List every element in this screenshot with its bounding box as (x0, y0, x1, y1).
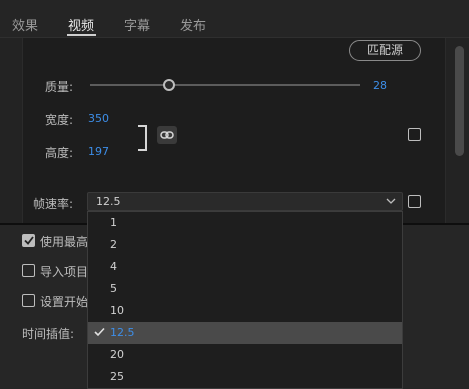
frame-rate-option[interactable]: 20 (88, 344, 402, 366)
frame-rate-label: 帧速率: (33, 197, 74, 211)
dimensions-override-checkbox[interactable] (408, 128, 421, 141)
panel-scrollbar[interactable] (455, 46, 464, 156)
tab-video[interactable]: 视频 (68, 15, 94, 34)
import-project-checkbox[interactable] (22, 264, 35, 277)
quality-slider-track[interactable] (90, 84, 360, 86)
use-max-label: 使用最高 (40, 235, 89, 249)
tab-captions[interactable]: 字幕 (124, 15, 150, 34)
quality-value[interactable]: 28 (373, 79, 387, 92)
active-tab-indicator (67, 34, 96, 36)
constrain-proportions-button[interactable] (157, 126, 177, 144)
frame-rate-option[interactable]: 4 (88, 256, 402, 278)
frame-rate-option[interactable]: 1 (88, 212, 402, 234)
aspect-link-bracket (138, 125, 147, 151)
frame-rate-selected-value: 12.5 (96, 195, 121, 208)
frame-rate-override-checkbox[interactable] (408, 195, 421, 208)
width-value[interactable]: 350 (88, 112, 109, 125)
use-max-checkbox[interactable] (22, 234, 35, 247)
frame-rate-option[interactable]: 5 (88, 278, 402, 300)
quality-slider-thumb[interactable] (163, 79, 175, 91)
chevron-down-icon (386, 198, 396, 204)
frame-rate-dropdown-list: 1 2 4 5 10 12.5 20 25 (87, 211, 403, 389)
height-value[interactable]: 197 (88, 145, 109, 158)
frame-rate-option[interactable]: 10 (88, 300, 402, 322)
tab-effects[interactable]: 效果 (12, 15, 38, 34)
set-start-label: 设置开始 (40, 295, 89, 309)
frame-rate-select[interactable]: 12.5 (87, 192, 403, 211)
match-source-button[interactable]: 匹配源 (349, 40, 421, 61)
import-project-label: 导入项目 (40, 265, 89, 279)
checkmark-icon (23, 236, 34, 245)
height-label: 高度: (45, 146, 74, 160)
frame-rate-option-selected[interactable]: 12.5 (88, 322, 402, 344)
time-interpolation-label: 时间插值: (22, 327, 75, 341)
frame-rate-option[interactable]: 25 (88, 366, 402, 388)
set-start-checkbox[interactable] (22, 294, 35, 307)
check-icon (94, 327, 105, 337)
link-icon (160, 131, 174, 139)
frame-rate-option[interactable]: 2 (88, 234, 402, 256)
quality-label: 质量: (45, 80, 74, 94)
tab-publish[interactable]: 发布 (180, 15, 206, 34)
width-label: 宽度: (45, 113, 74, 127)
